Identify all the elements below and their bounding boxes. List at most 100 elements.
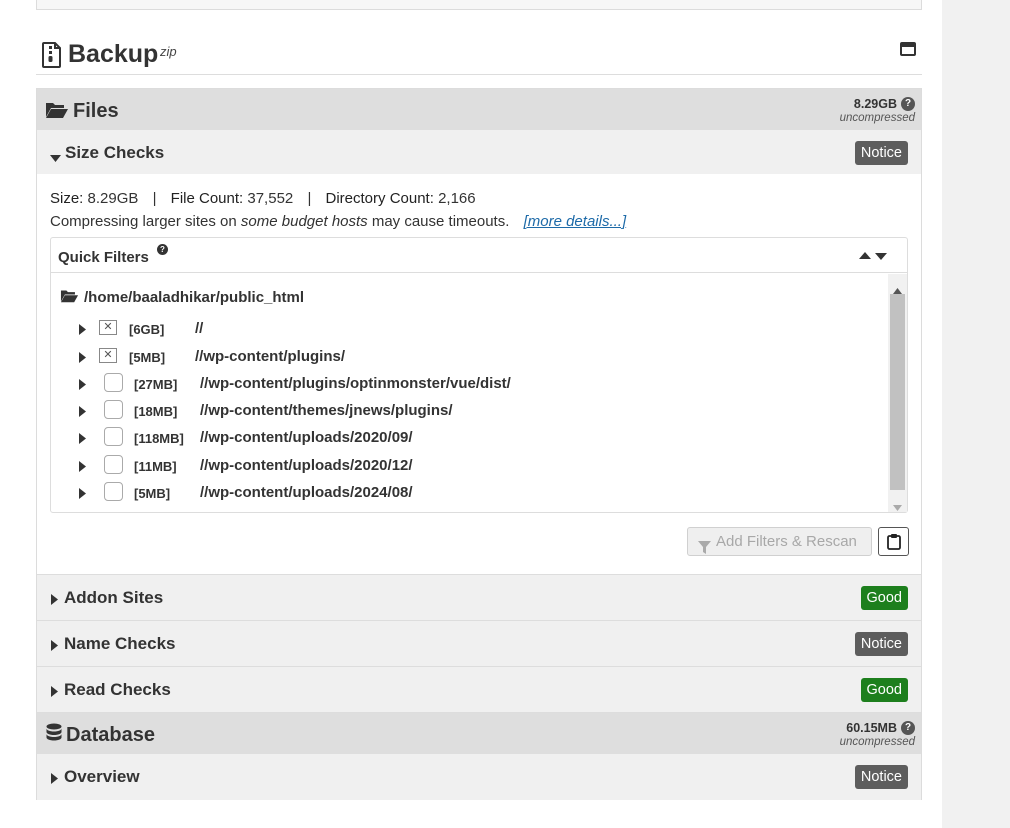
copy-filters-button[interactable] (878, 527, 909, 556)
status-badge: Good (860, 678, 908, 702)
filter-checkbox[interactable] (104, 400, 123, 419)
file-zip-icon (42, 42, 62, 73)
tree-node: [118MB] //wp-content/uploads/2020/09/ (51, 424, 887, 448)
node-path: //wp-content/plugins/optinmonster/vue/di… (200, 375, 511, 392)
folder-open-icon (45, 101, 69, 124)
tree-scrollbar[interactable] (888, 274, 907, 512)
excluded-checkbox[interactable]: ✕ (99, 320, 117, 335)
archive-icon[interactable] (899, 41, 917, 62)
quick-filters-header: Quick Filters ? (51, 238, 907, 273)
read-checks-row[interactable]: Read Checks Good (37, 667, 921, 713)
filter-checkbox[interactable] (104, 427, 123, 446)
backup-title: Backup (68, 40, 159, 68)
files-uncompressed: uncompressed (839, 112, 915, 124)
database-uncompressed: uncompressed (839, 736, 915, 748)
help-icon[interactable]: ? (901, 721, 915, 735)
tree-node: ✕ [5MB] //wp-content/plugins/ (51, 343, 887, 367)
page: Backup zip Files 8.29GB ? uncompressed S… (0, 0, 1010, 828)
node-size: [11MB] (134, 459, 177, 474)
help-icon[interactable]: ? (157, 244, 168, 255)
backup-format: zip (160, 44, 177, 59)
filter-checkbox[interactable] (104, 482, 123, 501)
excluded-checkbox[interactable]: ✕ (99, 348, 117, 363)
caret-right-icon[interactable] (79, 377, 86, 395)
filter-checkbox[interactable] (104, 373, 123, 392)
tree-node: [27MB] //wp-content/plugins/optinmonster… (51, 370, 887, 394)
size-stats: Size: 8.29GB | File Count: 37,552 | Dire… (50, 190, 476, 207)
node-size: [27MB] (134, 377, 178, 392)
database-size: 60.15MB (846, 721, 897, 735)
warn-emphasis: some budget hosts (240, 213, 368, 230)
caret-right-icon (51, 592, 58, 610)
overview-label: Overview (64, 767, 140, 786)
files-title: Files (73, 100, 119, 122)
caret-right-icon[interactable] (79, 350, 86, 368)
read-checks-label: Read Checks (64, 680, 171, 699)
overview-row[interactable]: Overview Notice (37, 754, 921, 800)
caret-right-icon[interactable] (79, 404, 86, 422)
node-size: [118MB] (134, 431, 184, 446)
status-badge: Notice (854, 141, 908, 165)
node-size: [6GB] (129, 322, 165, 337)
node-path: //wp-content/uploads/2020/12/ (200, 457, 413, 474)
timeout-warning: Compressing larger sites on some budget … (50, 213, 626, 230)
name-checks-row[interactable]: Name Checks Notice (37, 621, 921, 667)
separator: | (152, 190, 157, 207)
sort-icon[interactable] (859, 248, 889, 266)
node-size: [5MB] (129, 350, 166, 365)
caret-down-icon (50, 149, 61, 167)
size-checks-row[interactable]: Size Checks Notice (37, 130, 921, 174)
rescan-label: Add Filters & Rescan (716, 533, 857, 550)
name-checks-label: Name Checks (64, 634, 176, 653)
caret-right-icon[interactable] (79, 431, 86, 449)
status-badge: Good (860, 586, 908, 610)
scroll-down-icon[interactable] (893, 498, 902, 516)
database-icon (46, 723, 62, 748)
caret-right-icon[interactable] (79, 459, 86, 477)
add-filters-rescan-button[interactable]: Add Filters & Rescan (687, 527, 872, 556)
caret-right-icon (51, 684, 58, 702)
dir-count-value: 2,166 (438, 190, 476, 207)
caret-right-icon[interactable] (79, 322, 86, 340)
status-badge: Notice (854, 765, 908, 789)
node-path: //wp-content/themes/jnews/plugins/ (200, 402, 453, 419)
caret-right-icon[interactable] (79, 486, 86, 504)
build-scan-panel: Files 8.29GB ? uncompressed Size Checks … (36, 88, 922, 800)
file-count-value: 37,552 (247, 190, 294, 207)
dir-count-label: Directory Count: (325, 190, 434, 207)
folder-open-icon (60, 290, 79, 307)
previous-panel (36, 0, 922, 10)
caret-right-icon (51, 638, 58, 656)
caret-right-icon (51, 771, 58, 789)
file-tree: /home/baaladhikar/public_html ✕ [6GB] //… (51, 274, 887, 512)
root-path: /home/baaladhikar/public_html (84, 289, 305, 306)
node-path: // (195, 320, 204, 337)
database-title: Database (66, 724, 155, 746)
database-section-header[interactable]: Database 60.15MB ? uncompressed (37, 713, 921, 754)
files-section-header[interactable]: Files 8.29GB ? uncompressed (37, 89, 921, 130)
tree-root[interactable]: /home/baaladhikar/public_html (60, 289, 304, 307)
size-checks-detail: Size: 8.29GB | File Count: 37,552 | Dire… (37, 174, 921, 575)
quick-filters-title: Quick Filters (58, 249, 149, 266)
size-label: Size: (50, 190, 84, 207)
separator: | (307, 190, 312, 207)
scroll-thumb[interactable] (890, 294, 905, 490)
warn-text: Compressing larger sites on (50, 213, 241, 230)
node-path: //wp-content/plugins/ (195, 348, 345, 365)
tree-node: [11MB] //wp-content/uploads/2020/12/ (51, 452, 887, 476)
filter-checkbox[interactable] (104, 455, 123, 474)
warn-text-end: may cause timeouts. (367, 213, 510, 230)
help-icon[interactable]: ? (901, 97, 915, 111)
tree-node: ✕ [6GB] // (51, 315, 887, 339)
tree-node: [5MB] //wp-content/uploads/2024/08/ (51, 479, 887, 503)
node-path: //wp-content/uploads/2024/08/ (200, 484, 413, 501)
more-details-link[interactable]: [more details...] (524, 213, 627, 230)
filter-icon (698, 536, 711, 563)
file-count-label: File Count: (170, 190, 244, 207)
files-size: 8.29GB (853, 97, 897, 111)
node-size: [18MB] (134, 404, 178, 419)
quick-filters-panel: Quick Filters ? /home/baaladhikar/public… (50, 237, 908, 513)
addon-sites-row[interactable]: Addon Sites Good (37, 575, 921, 621)
node-path: //wp-content/uploads/2020/09/ (200, 429, 413, 446)
size-checks-label: Size Checks (65, 143, 165, 162)
